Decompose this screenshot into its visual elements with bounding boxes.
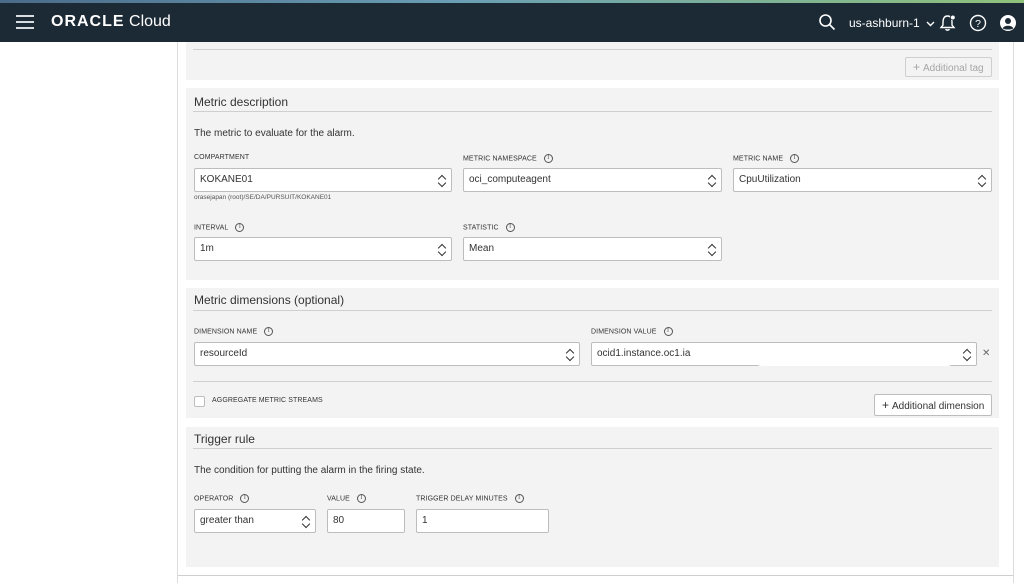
- aggregate-metric-streams-checkbox[interactable]: [194, 396, 205, 407]
- select-arrows-icon: [439, 242, 446, 256]
- info-icon[interactable]: i: [514, 494, 524, 503]
- select-arrows-icon: [439, 173, 446, 187]
- value-label: VALUE i: [327, 494, 366, 503]
- section-title: Trigger rule: [194, 432, 255, 446]
- svg-text:?: ?: [975, 18, 981, 30]
- select-arrows-icon: [567, 347, 574, 361]
- hamburger-icon[interactable]: [16, 15, 34, 29]
- tags-section: [186, 42, 999, 80]
- trigger-delay-label-text: TRIGGER DELAY MINUTES: [416, 495, 508, 503]
- dimension-value-label-text: DIMENSION VALUE: [591, 328, 657, 336]
- compartment-select[interactable]: KOKANE01: [194, 168, 452, 192]
- info-icon[interactable]: i: [663, 327, 673, 336]
- right-panel: [1013, 42, 1024, 583]
- select-arrows-icon: [964, 347, 971, 361]
- metric-namespace-value: oci_computeagent: [469, 174, 551, 185]
- section-title: Metric description: [194, 95, 289, 109]
- divider: [193, 111, 992, 112]
- metric-namespace-label-text: METRIC NAMESPACE: [463, 155, 537, 163]
- plus-icon: +: [882, 398, 890, 412]
- metric-name-select[interactable]: CpuUtilization: [733, 168, 992, 192]
- divider: [193, 381, 992, 382]
- trigger-delay-label: TRIGGER DELAY MINUTES i: [416, 494, 524, 503]
- operator-value: greater than: [200, 515, 254, 526]
- divider: [193, 49, 992, 50]
- section-description: The condition for putting the alarm in t…: [194, 465, 425, 476]
- redacted-area: [752, 343, 957, 366]
- compartment-value: KOKANE01: [200, 174, 253, 185]
- help-icon[interactable]: ?: [969, 14, 987, 32]
- dimension-name-label-text: DIMENSION NAME: [194, 328, 258, 336]
- info-icon[interactable]: i: [543, 154, 553, 163]
- compartment-label: COMPARTMENT: [194, 154, 249, 161]
- additional-tag-label: Additional tag: [923, 63, 984, 74]
- info-icon[interactable]: i: [235, 223, 245, 232]
- metric-namespace-label: METRIC NAMESPACE i: [463, 154, 553, 163]
- info-icon[interactable]: i: [790, 154, 800, 163]
- interval-label: INTERVAL i: [194, 223, 245, 232]
- statistic-label: STATISTIC i: [463, 223, 515, 232]
- dimension-name-label: DIMENSION NAME i: [194, 327, 274, 336]
- section-description: The metric to evaluate for the alarm.: [194, 128, 355, 139]
- left-panel: [0, 42, 178, 583]
- plus-icon: +: [913, 60, 921, 74]
- dimension-value-label: DIMENSION VALUE i: [591, 327, 673, 336]
- remove-dimension-icon[interactable]: ✕: [982, 348, 990, 359]
- interval-select[interactable]: 1m: [194, 237, 452, 261]
- value-label-text: VALUE: [327, 495, 350, 503]
- value-input[interactable]: 80: [327, 509, 405, 533]
- additional-dimension-label: Additional dimension: [892, 401, 985, 412]
- operator-label: OPERATOR i: [194, 494, 250, 503]
- value-input-value: 80: [333, 515, 345, 526]
- divider: [193, 310, 992, 311]
- bottom-border: [178, 575, 1013, 576]
- aggregate-metric-streams-label: AGGREGATE METRIC STREAMS: [212, 397, 323, 404]
- statistic-value: Mean: [469, 243, 495, 254]
- info-icon[interactable]: i: [505, 223, 515, 232]
- additional-tag-button[interactable]: + Additional tag: [905, 57, 992, 77]
- top-header: ORACLE Cloud us-ashburn-1 ?: [0, 3, 1024, 42]
- statistic-select[interactable]: Mean: [463, 237, 722, 261]
- info-icon[interactable]: i: [264, 327, 274, 336]
- brand-name: ORACLE: [51, 13, 125, 30]
- interval-label-text: INTERVAL: [194, 224, 229, 232]
- trigger-delay-value: 1: [422, 515, 428, 526]
- dimension-name-value: resourceId: [200, 348, 248, 359]
- metric-namespace-select[interactable]: oci_computeagent: [463, 168, 722, 192]
- select-arrows-icon: [709, 242, 716, 256]
- dimension-value-value: ocid1.instance.oc1.ia: [597, 348, 691, 359]
- trigger-delay-input[interactable]: 1: [416, 509, 549, 533]
- product-name: Cloud: [129, 13, 171, 30]
- select-arrows-icon: [709, 173, 716, 187]
- section-title: Metric dimensions (optional): [194, 293, 345, 307]
- region-name: us-ashburn-1: [849, 16, 920, 30]
- user-icon[interactable]: [999, 14, 1017, 32]
- metric-name-label: METRIC NAME i: [733, 154, 800, 163]
- interval-value: 1m: [200, 243, 214, 254]
- region-selector[interactable]: us-ashburn-1: [849, 16, 935, 30]
- operator-select[interactable]: greater than: [194, 509, 316, 533]
- compartment-path: orasejapan (root)/SE/DA/PURSUIT/KOKANE01: [194, 194, 332, 201]
- statistic-label-text: STATISTIC: [463, 224, 499, 232]
- operator-label-text: OPERATOR: [194, 495, 234, 503]
- search-icon[interactable]: [818, 13, 836, 31]
- select-arrows-icon: [979, 173, 986, 187]
- metric-name-label-text: METRIC NAME: [733, 155, 784, 163]
- info-icon[interactable]: i: [356, 494, 366, 503]
- divider: [193, 448, 992, 449]
- additional-dimension-button[interactable]: + Additional dimension: [874, 394, 993, 416]
- dimension-name-select[interactable]: resourceId: [194, 342, 580, 366]
- chevron-down-icon: [926, 21, 935, 27]
- compartment-label-text: COMPARTMENT: [194, 154, 250, 161]
- metric-name-value: CpuUtilization: [739, 174, 801, 185]
- info-icon[interactable]: i: [240, 494, 250, 503]
- select-arrows-icon: [303, 514, 310, 528]
- oracle-cloud-logo[interactable]: ORACLE Cloud: [51, 13, 171, 31]
- bell-icon[interactable]: [939, 14, 956, 32]
